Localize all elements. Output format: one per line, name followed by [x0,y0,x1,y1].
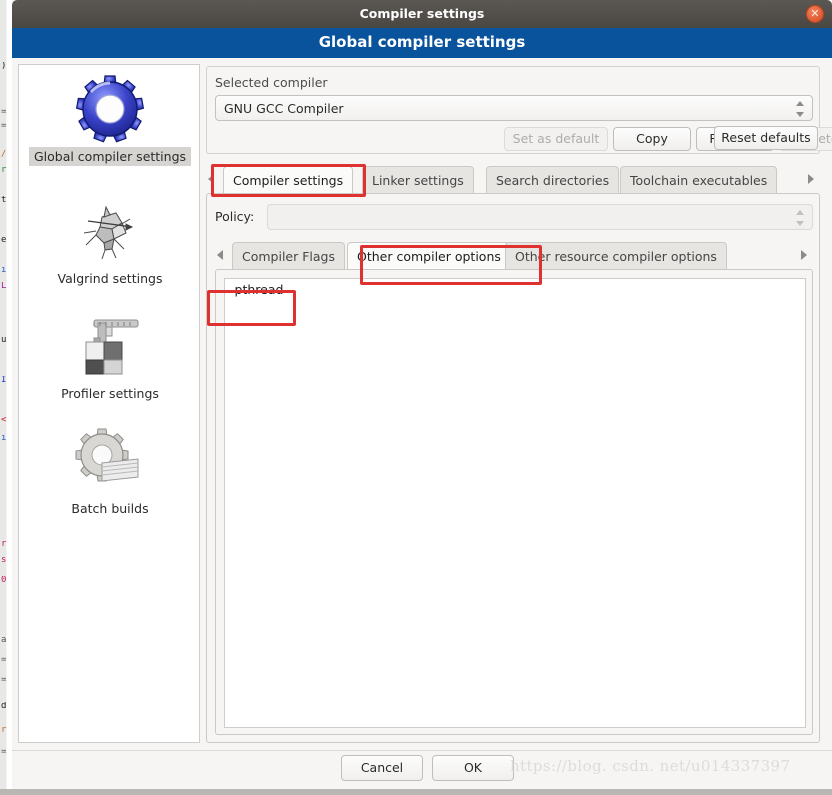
background-code-fragment: / [1,150,7,159]
ok-button[interactable]: OK [432,755,514,781]
settings-sidebar: Global compiler settings Valgrind settin… [18,64,200,743]
background-code-fragment: i [1,434,7,443]
policy-select[interactable] [267,204,813,230]
other-compiler-options-panel: -pthread [215,269,813,735]
background-code-fragment: = [1,122,7,131]
chevron-left-icon [208,174,214,184]
dialog-body: Global compiler settings Valgrind settin… [12,58,832,795]
cancel-button[interactable]: Cancel [341,755,423,781]
blue-gear-icon [64,73,156,145]
background-code-fragment: ) [1,62,7,71]
sidebar-item-label: Profiler settings [61,386,159,401]
window-titlebar: Compiler settings ✕ [12,0,832,28]
sub-tabbar-scroll-left[interactable] [215,248,227,262]
chevron-up-icon [796,210,804,215]
background-code-fragment: d [1,702,7,711]
subtab-other-compiler-options[interactable]: Other compiler options [347,242,511,272]
window-title: Compiler settings [359,6,485,21]
chevron-down-icon [796,221,804,226]
sidebar-item-label: Global compiler settings [28,147,192,166]
watermark: https://blog. csdn. net/u014337397 [510,757,791,775]
background-editor-strip: ) = = / r t e i Lu I < i r s 0 a = = d r = [0,0,12,795]
gray-gear-stack-icon [64,425,156,497]
background-code-fragment: r [1,166,7,175]
main-tabbar-scroll-left[interactable] [206,172,218,186]
background-code-fragment: = [1,748,7,757]
background-code-fragment: I [1,376,7,385]
main-tabbar: Compiler settings Linker settings Search… [206,164,820,196]
sub-tabbar-scroll-right[interactable] [799,248,811,262]
policy-label: Policy: [215,209,255,224]
background-code-fragment: t [1,196,7,205]
compiler-select[interactable]: GNU GCC Compiler [215,95,813,121]
close-icon-glyph: ✕ [810,7,820,20]
chevron-left-icon [217,250,223,260]
sidebar-item-batch-builds[interactable]: Batch builds [19,425,201,518]
chevron-updown-icon [796,100,805,118]
background-code-fragment: r [1,726,7,735]
set-as-default-button[interactable]: Set as default [504,127,608,151]
copy-button[interactable]: Copy [613,127,691,151]
other-compiler-options-value: -pthread [230,282,284,297]
chevron-down-icon [796,112,804,117]
background-code-fragment: L [1,282,7,291]
page-header-banner: Global compiler settings [12,28,832,58]
footer-divider [12,750,832,751]
background-code-fragment: < [1,416,7,425]
reset-defaults-button[interactable]: Reset defaults [714,126,818,150]
subtab-other-resource-compiler-options[interactable]: Other resource compiler options [505,242,727,270]
background-code-fragment: 0 [1,576,7,585]
background-code-fragment: a [1,636,7,645]
chevron-right-icon [801,250,807,260]
other-compiler-options-input[interactable]: -pthread [224,278,806,728]
main-tabbar-scroll-right[interactable] [806,172,818,186]
compiler-settings-panel: Policy: Compiler Flags Other compiler op… [206,193,820,743]
selected-compiler-label: Selected compiler [215,75,328,90]
tab-compiler-settings[interactable]: Compiler settings [223,166,354,196]
policy-row: Policy: [215,204,813,230]
subtab-compiler-flags[interactable]: Compiler Flags [232,242,346,270]
sidebar-item-label: Batch builds [71,501,149,516]
background-code-fragment: e [1,236,7,245]
page-title: Global compiler settings [318,33,526,51]
background-code-fragment: i [1,266,7,275]
background-code-fragment: u [1,336,7,345]
sub-tabbar: Compiler Flags Other compiler options Ot… [215,240,813,272]
settings-content-pane: Selected compiler GNU GCC Compiler Set a… [206,64,832,743]
close-icon[interactable]: ✕ [806,5,824,23]
sidebar-item-valgrind-settings[interactable]: Valgrind settings [19,195,201,288]
background-code-fragment: s [1,556,7,565]
sidebar-item-global-compiler-settings[interactable]: Global compiler settings [19,73,201,166]
sidebar-item-profiler-settings[interactable]: Profiler settings [19,310,201,403]
chevron-right-icon [808,174,814,184]
window-bottom-shadow [0,789,832,795]
background-code-fragment: = [1,108,7,117]
background-code-fragment: = [1,656,7,665]
background-code-fragment: r [1,540,7,549]
profiler-caliper-icon [64,310,156,382]
compiler-select-value: GNU GCC Compiler [224,101,344,116]
tab-toolchain-executables[interactable]: Toolchain executables [620,166,778,194]
chevron-up-icon [796,101,804,106]
tab-search-directories[interactable]: Search directories [486,166,620,194]
valgrind-bug-icon [64,195,156,267]
sidebar-item-label: Valgrind settings [57,271,163,286]
compiler-settings-dialog: ) = = / r t e i Lu I < i r s 0 a = = d r = Compiler settings… [0,0,832,795]
background-code-fragment: = [1,676,7,685]
tab-linker-settings[interactable]: Linker settings [362,166,474,194]
chevron-updown-icon [796,209,805,227]
